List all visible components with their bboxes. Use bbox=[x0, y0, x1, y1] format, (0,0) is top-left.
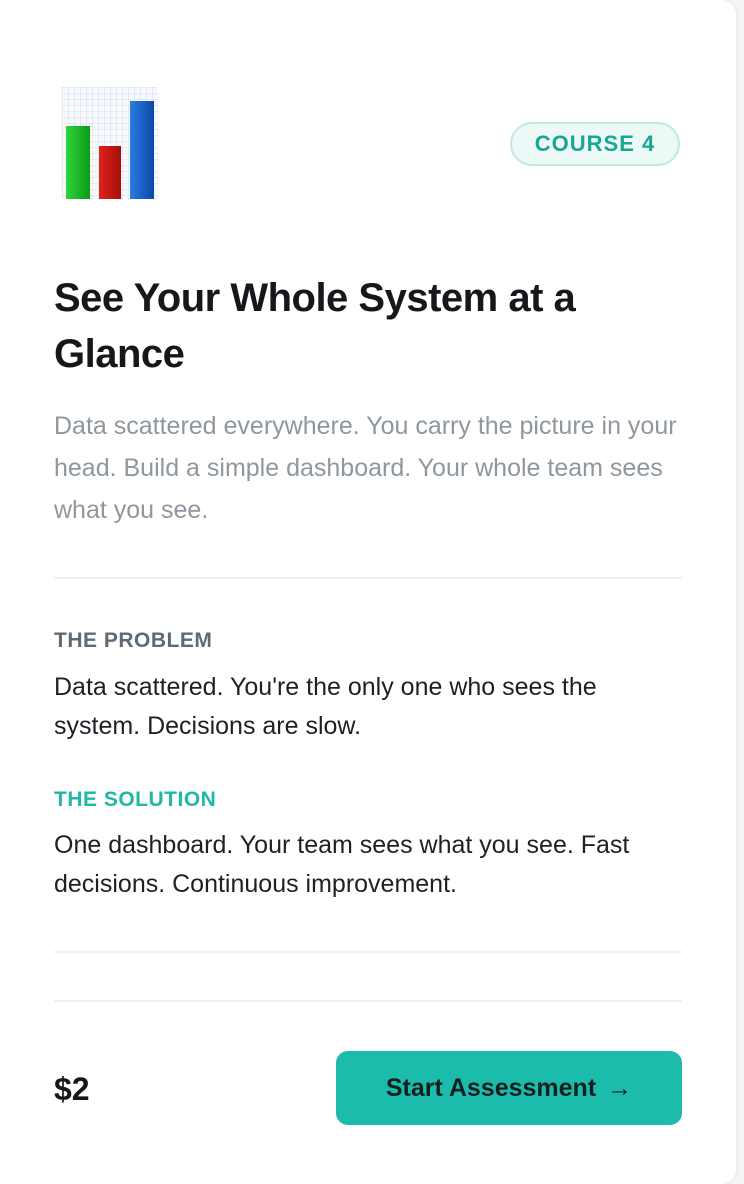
solution-text: One dashboard. Your team sees what you s… bbox=[54, 831, 630, 898]
start-assessment-label: Start Assessment bbox=[385, 1074, 597, 1102]
problem-text: Data scattered. You're the only one who … bbox=[54, 673, 597, 740]
course-title: See Your Whole System at a Glance bbox=[54, 276, 576, 376]
bar-chart-icon bbox=[62, 87, 158, 199]
arrow-right-icon: → bbox=[607, 1074, 633, 1102]
divider bbox=[54, 577, 682, 579]
problem-label: THE PROBLEM bbox=[54, 629, 213, 652]
divider bbox=[54, 951, 682, 953]
course-card: COURSE 4 See Your Whole System at a Glan… bbox=[0, 0, 736, 1184]
solution-label: THE SOLUTION bbox=[54, 788, 217, 811]
price: $2 bbox=[54, 1071, 90, 1107]
start-assessment-button[interactable]: Start Assessment → bbox=[336, 1051, 682, 1125]
divider bbox=[54, 1000, 682, 1002]
course-subtitle: Data scattered everywhere. You carry the… bbox=[54, 412, 677, 524]
course-badge: COURSE 4 bbox=[510, 122, 680, 166]
